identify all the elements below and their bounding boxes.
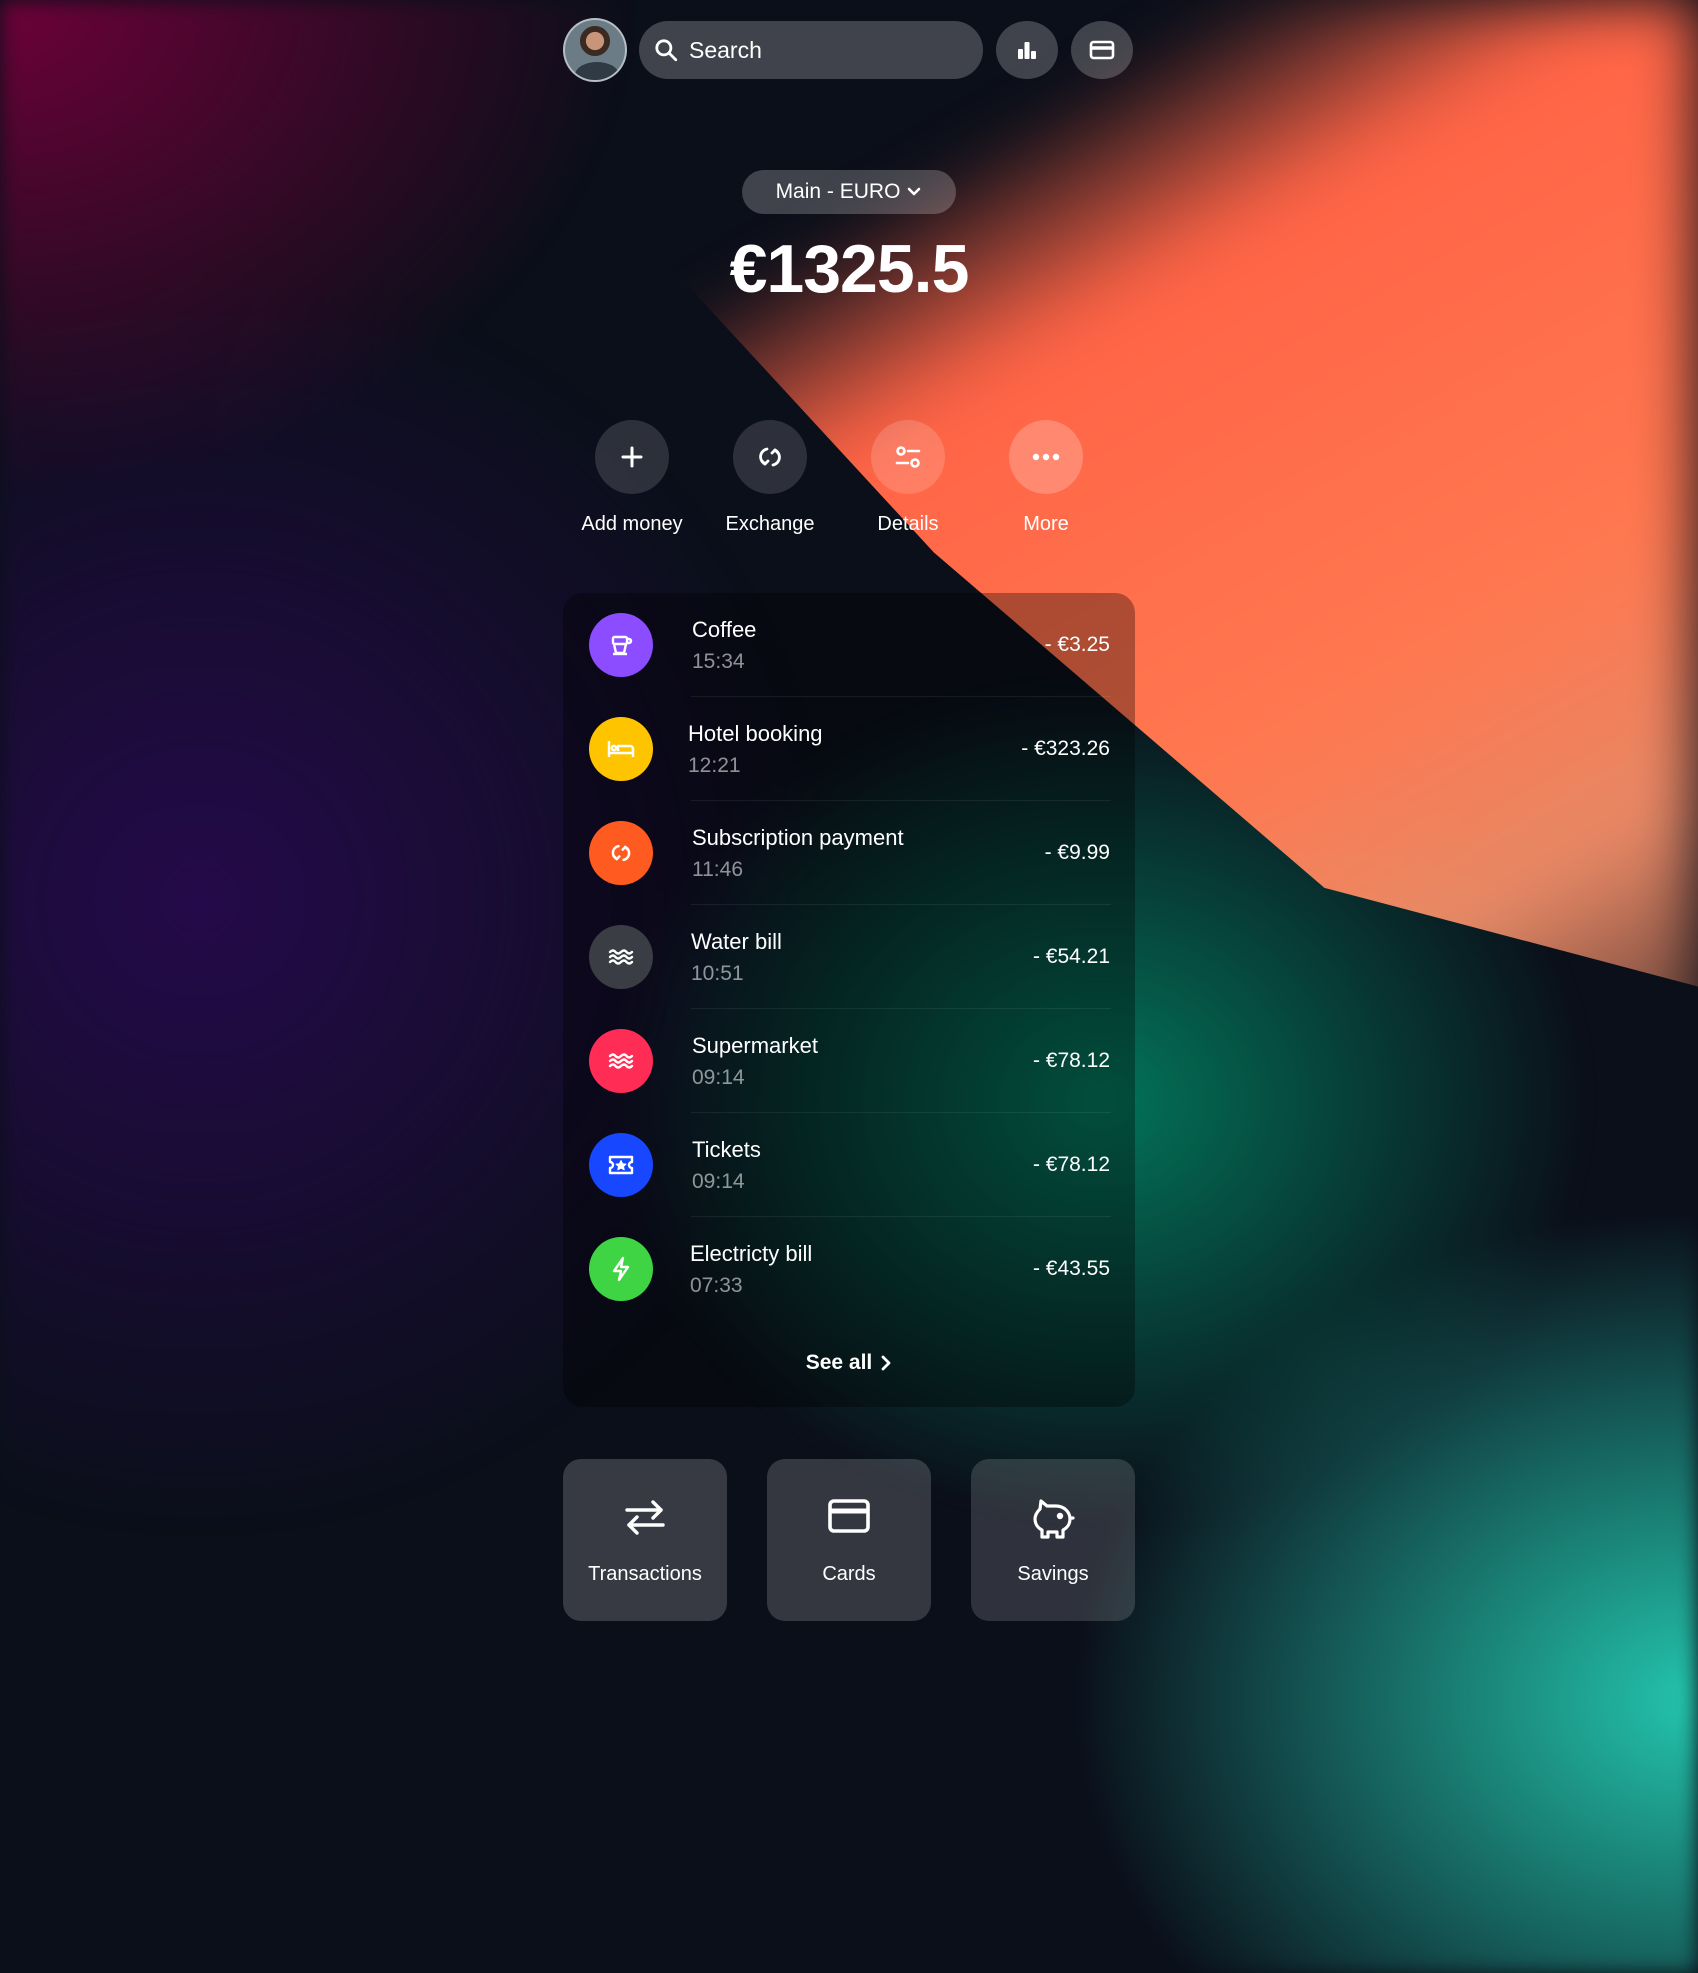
cards-button[interactable] <box>1071 21 1133 79</box>
transaction-icon-circle <box>589 1133 653 1197</box>
cards-tile[interactable]: Cards <box>767 1459 931 1621</box>
details-circle[interactable] <box>871 420 945 494</box>
transactions-tile-label: Transactions <box>588 1563 702 1585</box>
repeat-icon <box>611 844 631 862</box>
more-icon <box>1032 453 1060 461</box>
banking-app: Main - EURO €1325.5 Add money <box>563 0 1135 1700</box>
transaction-icon-circle <box>589 925 653 989</box>
savings-tile-label: Savings <box>1017 1563 1089 1585</box>
transaction-row-subscription-payment[interactable]: Subscription payment 11:46 - €9.99 <box>563 801 1135 905</box>
transaction-icon-circle <box>589 613 653 677</box>
exchange-circle[interactable] <box>733 420 807 494</box>
bar-chart-icon <box>1018 42 1036 59</box>
chevron-right-icon <box>881 1355 891 1371</box>
coffee-cup-icon <box>611 635 633 656</box>
waves-icon <box>608 949 634 965</box>
transaction-time: 15:34 <box>692 650 745 673</box>
credit-card-icon <box>828 1499 870 1533</box>
bed-icon <box>607 741 635 757</box>
details-label: Details <box>877 513 939 535</box>
transaction-time: 12:21 <box>688 754 741 777</box>
transaction-name: Coffee <box>692 617 757 642</box>
avatar-shoulders <box>575 62 619 80</box>
search-input[interactable] <box>687 35 951 65</box>
exchange-icon <box>759 447 781 467</box>
transaction-name: Subscription payment <box>692 825 904 850</box>
navigation-tiles: Transactions Cards Savings <box>563 1459 1135 1621</box>
credit-card-icon <box>1089 40 1115 60</box>
transaction-icon-circle <box>589 1237 653 1301</box>
transaction-icon-circle <box>589 717 653 781</box>
transaction-time: 09:14 <box>692 1066 745 1089</box>
see-all-link[interactable]: See all <box>563 1351 1135 1375</box>
transaction-row-supermarket[interactable]: Supermarket 09:14 - €78.12 <box>563 1009 1135 1113</box>
transaction-icon-circle <box>589 1029 653 1093</box>
transaction-name: Electricty bill <box>690 1241 813 1266</box>
transaction-row-electricity-bill[interactable]: Electricty bill 07:33 - €43.55 <box>563 1217 1135 1321</box>
details-button[interactable]: Details <box>839 420 977 536</box>
transaction-amount: - €78.12 <box>1032 1153 1110 1176</box>
transaction-row-tickets[interactable]: Tickets 09:14 - €78.12 <box>563 1113 1135 1217</box>
chevron-down-icon <box>908 187 921 196</box>
piggy-bank-icon <box>1033 1499 1075 1539</box>
transaction-time: 10:51 <box>691 962 744 985</box>
transaction-amount: - €323.26 <box>1021 737 1110 760</box>
stats-button[interactable] <box>996 21 1058 79</box>
exchange-label: Exchange <box>725 513 815 535</box>
savings-tile[interactable]: Savings <box>971 1459 1135 1621</box>
waves-icon <box>608 1053 634 1069</box>
transaction-name: Hotel booking <box>688 721 823 746</box>
transaction-amount: - €3.25 <box>1044 633 1110 656</box>
add-money-button[interactable]: Add money <box>563 420 701 536</box>
transaction-amount: - €43.55 <box>1032 1257 1110 1280</box>
quick-actions: Add money Exchange Details More <box>563 420 1135 550</box>
add-money-circle[interactable] <box>595 420 669 494</box>
transaction-amount: - €54.21 <box>1032 945 1110 968</box>
transaction-name: Tickets <box>692 1137 761 1162</box>
transaction-time: 11:46 <box>692 858 743 881</box>
transaction-icon-circle <box>589 821 653 885</box>
transactions-tile[interactable]: Transactions <box>563 1459 727 1621</box>
transaction-row-coffee[interactable]: Coffee 15:34 - €3.25 <box>563 593 1135 697</box>
plus-icon <box>621 446 643 468</box>
more-label: More <box>1023 513 1069 535</box>
details-icon <box>895 446 921 468</box>
see-all-label: See all <box>805 1351 873 1374</box>
transaction-time: 09:14 <box>692 1170 745 1193</box>
account-selector-label: Main - EURO <box>775 180 901 203</box>
recent-transactions-card: Coffee 15:34 - €3.25 Hotel booking 12:21… <box>563 593 1135 1407</box>
more-button[interactable]: More <box>977 420 1115 536</box>
transaction-amount: - €78.12 <box>1032 1049 1110 1072</box>
add-money-label: Add money <box>581 513 683 535</box>
cards-tile-label: Cards <box>822 1563 876 1585</box>
swap-arrows-icon <box>625 1500 665 1535</box>
more-circle[interactable] <box>1009 420 1083 494</box>
search-bar[interactable] <box>639 21 983 79</box>
transaction-name: Supermarket <box>692 1033 818 1058</box>
top-bar <box>563 18 1135 82</box>
account-selector[interactable]: Main - EURO <box>742 170 956 214</box>
avatar[interactable] <box>563 18 627 82</box>
transaction-time: 07:33 <box>690 1274 743 1297</box>
transaction-row-hotel-booking[interactable]: Hotel booking 12:21 - €323.26 <box>563 697 1135 801</box>
search-icon <box>655 39 678 62</box>
lightning-icon <box>612 1256 630 1282</box>
transaction-name: Water bill <box>691 929 782 954</box>
balance-amount: €1325.5 <box>729 231 970 307</box>
transaction-amount: - €9.99 <box>1044 841 1110 864</box>
exchange-button[interactable]: Exchange <box>701 420 839 536</box>
ticket-icon <box>608 1155 634 1175</box>
transaction-row-water-bill[interactable]: Water bill 10:51 - €54.21 <box>563 905 1135 1009</box>
